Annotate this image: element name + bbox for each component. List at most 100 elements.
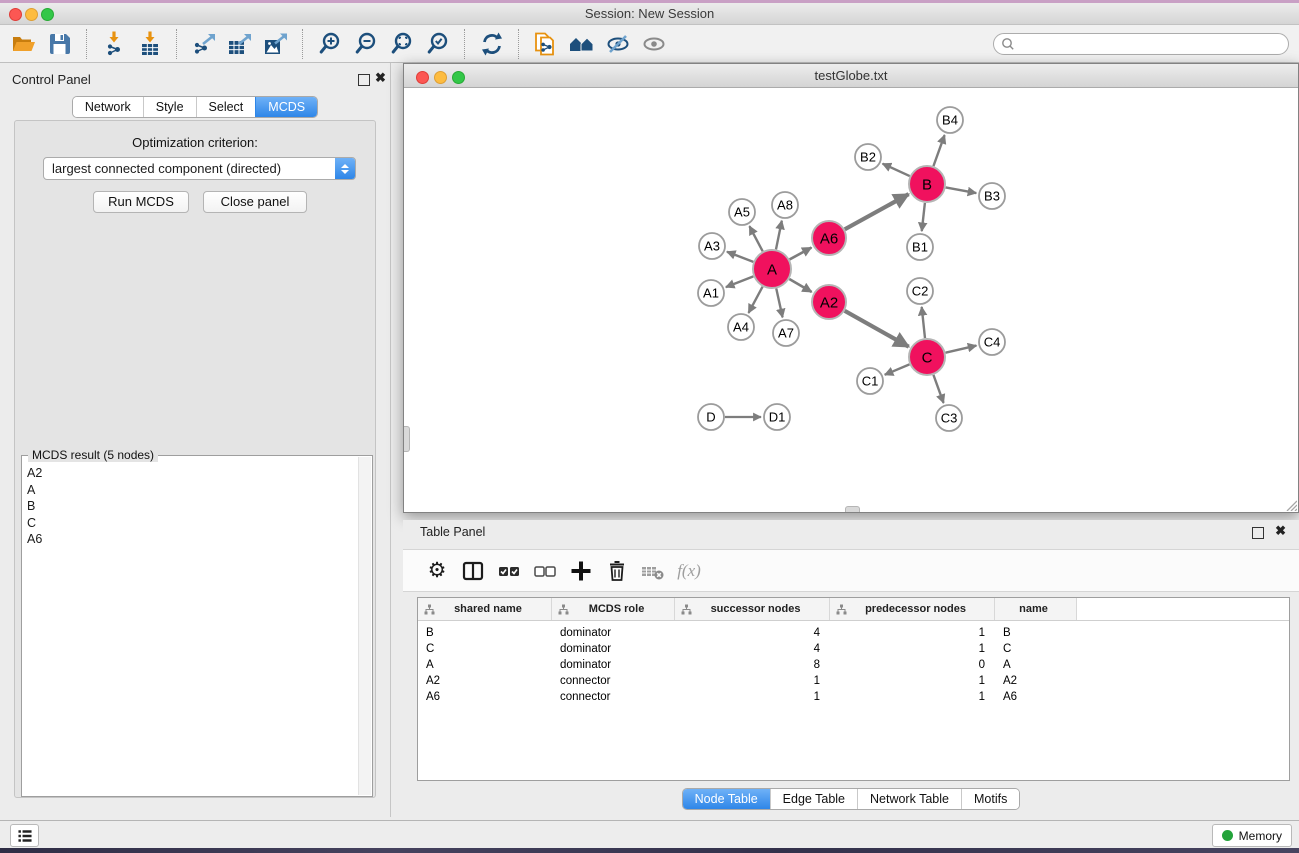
close-panel-button[interactable]: Close panel xyxy=(203,191,307,213)
edge-C-C3[interactable] xyxy=(933,375,943,403)
network-window-titlebar[interactable]: testGlobe.txt xyxy=(404,64,1298,88)
resize-grip[interactable] xyxy=(1283,497,1297,511)
node-C4[interactable]: C4 xyxy=(979,329,1005,355)
column-view-button[interactable] xyxy=(455,554,491,588)
node-A6[interactable]: A6 xyxy=(812,221,846,255)
cell-MCDS-role[interactable]: connector xyxy=(552,691,675,703)
open-session-button[interactable] xyxy=(6,28,42,60)
cell-name[interactable]: B xyxy=(995,627,1077,639)
search-field[interactable] xyxy=(993,33,1289,55)
zoom-out-button[interactable] xyxy=(348,28,384,60)
node-C2[interactable]: C2 xyxy=(907,278,933,304)
table-float-icon[interactable] xyxy=(1252,527,1264,539)
cell-shared-name[interactable]: B xyxy=(418,627,552,639)
edge-A-A6[interactable] xyxy=(790,248,812,260)
import-table-button[interactable] xyxy=(132,28,168,60)
tab-network[interactable]: Network xyxy=(73,97,143,117)
table-row[interactable]: Adominator80A xyxy=(418,657,1289,673)
node-C[interactable]: C xyxy=(909,339,945,375)
import-network-button[interactable] xyxy=(96,28,132,60)
cell-MCDS-role[interactable]: dominator xyxy=(552,643,675,655)
zoom-window-button[interactable] xyxy=(41,8,54,21)
node-B[interactable]: B xyxy=(909,166,945,202)
cell-MCDS-role[interactable]: dominator xyxy=(552,659,675,671)
column-header-predecessor-nodes[interactable]: predecessor nodes xyxy=(830,598,995,620)
network-zoom-button[interactable] xyxy=(452,71,465,84)
edge-C-C2[interactable] xyxy=(922,307,925,338)
cell-predecessor-nodes[interactable]: 0 xyxy=(830,659,995,671)
node-C1[interactable]: C1 xyxy=(857,368,883,394)
export-network-button[interactable] xyxy=(186,28,222,60)
zoom-in-button[interactable] xyxy=(312,28,348,60)
close-panel-icon[interactable]: ✖ xyxy=(375,71,386,85)
node-B2[interactable]: B2 xyxy=(855,144,881,170)
minimize-window-button[interactable] xyxy=(25,8,38,21)
edge-B-B4[interactable] xyxy=(933,135,944,166)
node-A8[interactable]: A8 xyxy=(772,192,798,218)
cell-successor-nodes[interactable]: 1 xyxy=(675,675,830,687)
edge-C-C1[interactable] xyxy=(885,364,910,374)
cell-successor-nodes[interactable]: 4 xyxy=(675,643,830,655)
close-window-button[interactable] xyxy=(9,8,22,21)
cell-successor-nodes[interactable]: 8 xyxy=(675,659,830,671)
tab-node-table[interactable]: Node Table xyxy=(683,789,770,809)
add-column-button[interactable] xyxy=(563,554,599,588)
table-row[interactable]: Bdominator41B xyxy=(418,625,1289,641)
node-A3[interactable]: A3 xyxy=(699,233,725,259)
node-A4[interactable]: A4 xyxy=(728,314,754,340)
cell-shared-name[interactable]: A6 xyxy=(418,691,552,703)
result-scrollbar[interactable] xyxy=(358,457,371,795)
node-B1[interactable]: B1 xyxy=(907,234,933,260)
export-table-button[interactable] xyxy=(222,28,258,60)
cell-predecessor-nodes[interactable]: 1 xyxy=(830,675,995,687)
save-session-button[interactable] xyxy=(42,28,78,60)
cell-name[interactable]: A6 xyxy=(995,691,1077,703)
float-panel-icon[interactable] xyxy=(358,74,370,86)
cell-predecessor-nodes[interactable]: 1 xyxy=(830,691,995,703)
edge-A-A5[interactable] xyxy=(749,226,762,251)
cell-name[interactable]: A2 xyxy=(995,675,1077,687)
node-A1[interactable]: A1 xyxy=(698,280,724,306)
tab-style[interactable]: Style xyxy=(143,97,196,117)
edge-B-B2[interactable] xyxy=(883,164,910,176)
edge-B-B3[interactable] xyxy=(946,187,977,193)
settings-button[interactable]: ⚙ xyxy=(419,554,455,588)
network-close-button[interactable] xyxy=(416,71,429,84)
zoom-fit-button[interactable] xyxy=(384,28,420,60)
welcome-screen-button[interactable] xyxy=(564,28,600,60)
vertical-scroll-nub[interactable] xyxy=(404,426,410,452)
node-table[interactable]: shared nameMCDS rolesuccessor nodesprede… xyxy=(417,597,1290,781)
column-header-shared-name[interactable]: shared name xyxy=(418,598,552,620)
cell-MCDS-role[interactable]: connector xyxy=(552,675,675,687)
edge-A-A1[interactable] xyxy=(726,276,753,287)
node-A5[interactable]: A5 xyxy=(729,199,755,225)
select-all-columns-button[interactable] xyxy=(491,554,527,588)
column-header-MCDS-role[interactable]: MCDS role xyxy=(552,598,675,620)
zoom-selected-button[interactable] xyxy=(420,28,456,60)
network-canvas[interactable]: B4B2BB3A8A5A6A3B1AC2A1A2A4A7C4CC1DD1C3 xyxy=(404,88,1298,512)
cell-shared-name[interactable]: A xyxy=(418,659,552,671)
cell-predecessor-nodes[interactable]: 1 xyxy=(830,643,995,655)
tab-motifs[interactable]: Motifs xyxy=(961,789,1019,809)
delete-column-button[interactable] xyxy=(599,554,635,588)
cell-name[interactable]: A xyxy=(995,659,1077,671)
eye-slash-button[interactable] xyxy=(600,28,636,60)
tab-mcds[interactable]: MCDS xyxy=(255,97,317,117)
panel-list-button[interactable] xyxy=(10,824,39,847)
node-D1[interactable]: D1 xyxy=(764,404,790,430)
network-minimize-button[interactable] xyxy=(434,71,447,84)
table-row[interactable]: A2connector11A2 xyxy=(418,673,1289,689)
edge-A-A4[interactable] xyxy=(749,287,763,313)
edge-A-A7[interactable] xyxy=(776,289,782,318)
search-input[interactable] xyxy=(1015,34,1288,54)
eye-button[interactable] xyxy=(636,28,672,60)
column-header-name[interactable]: name xyxy=(995,598,1077,620)
edge-A6-B[interactable] xyxy=(845,194,909,229)
export-image-button[interactable] xyxy=(258,28,294,60)
refresh-button[interactable] xyxy=(474,28,510,60)
run-mcds-button[interactable]: Run MCDS xyxy=(93,191,189,213)
edge-A-A2[interactable] xyxy=(789,279,811,292)
cell-successor-nodes[interactable]: 1 xyxy=(675,691,830,703)
edge-B-B1[interactable] xyxy=(922,203,925,231)
column-header-successor-nodes[interactable]: successor nodes xyxy=(675,598,830,620)
